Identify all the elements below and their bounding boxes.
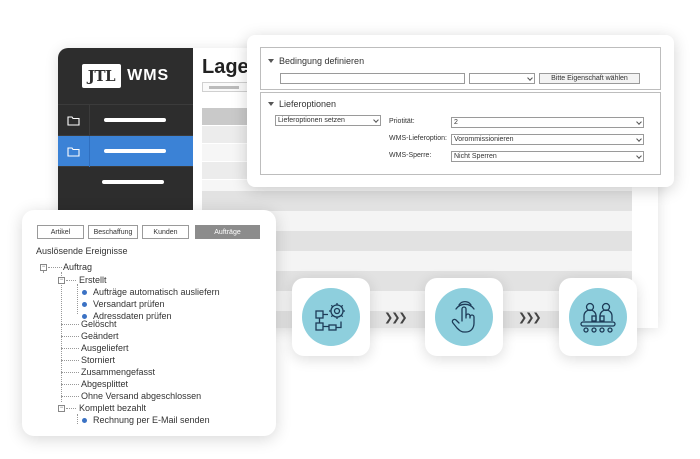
tab-beschaffung[interactable]: Beschaffung	[88, 225, 138, 239]
tree-node-komplett-bezahlt[interactable]: − Komplett bezahlt	[58, 403, 146, 413]
sidebar-item-placeholder	[104, 149, 166, 153]
tree-line	[61, 384, 79, 385]
tab-kunden[interactable]: Kunden	[142, 225, 189, 239]
tree-leaf-label: Aufträge automatisch ausliefern	[93, 287, 220, 297]
folder-icon	[58, 104, 90, 136]
wms-lieferoption-label: WMS-Lieferoption:	[389, 135, 447, 142]
tree-node-ausgeliefert[interactable]: Ausgeliefert	[81, 343, 129, 353]
tree-leaf-label: Versandart prüfen	[93, 299, 165, 309]
rule-dialog: Bedingung definieren Bitte Eigenschaft w…	[247, 35, 674, 187]
bullet-icon	[82, 313, 87, 319]
choose-property-button[interactable]: Bitte Eigenschaft wählen	[539, 73, 640, 84]
event-tree-panel: Artikel Beschaffung Kunden Aufträge Ausl…	[22, 210, 276, 436]
process-card-workflow	[292, 278, 370, 356]
sidebar-item-1[interactable]	[58, 104, 193, 136]
tree-node-zusammengefasst[interactable]: Zusammengefasst	[81, 367, 155, 377]
logo: JTL WMS	[58, 48, 193, 104]
logo-mark: JTL	[81, 64, 122, 88]
wms-lieferoption-select[interactable]: Vorommissionieren	[451, 134, 644, 145]
sidebar-item-placeholder	[102, 180, 164, 184]
conveyor-workers-icon	[569, 288, 627, 346]
lieferoptionen-header[interactable]: Lieferoptionen	[268, 99, 336, 109]
operator-select[interactable]	[469, 73, 535, 84]
tree-line	[77, 284, 78, 314]
collapse-icon[interactable]: −	[40, 263, 47, 271]
tree-leaf-label: Rechnung per E-Mail senden	[93, 415, 210, 425]
bedingung-header[interactable]: Bedingung definieren	[268, 56, 364, 66]
chevron-down-icon	[636, 135, 642, 142]
bedingung-title: Bedingung definieren	[279, 56, 365, 66]
bullet-icon	[82, 289, 87, 295]
condition-input[interactable]	[280, 73, 465, 84]
prioritaet-value: 2	[454, 119, 458, 126]
collapse-icon[interactable]: −	[58, 276, 65, 284]
tree-line	[61, 272, 62, 402]
process-card-touch	[425, 278, 503, 356]
prioritaet-select[interactable]: 2	[451, 117, 644, 128]
wms-sperre-select[interactable]: Nicht Sperren	[451, 151, 644, 162]
tree-line	[61, 336, 79, 337]
lieferoptionen-title: Lieferoptionen	[279, 99, 337, 109]
bedingung-section: Bedingung definieren Bitte Eigenschaft w…	[260, 47, 661, 90]
action-select-value: Lieferoptionen setzen	[278, 117, 345, 124]
logo-text: WMS	[127, 67, 170, 84]
tree-node-erstellt[interactable]: − Erstellt	[58, 275, 107, 285]
tree-node-label: Erstellt	[79, 275, 107, 285]
chevron-down-icon	[636, 152, 642, 159]
tree-node-geloescht[interactable]: Gelöscht	[81, 319, 117, 329]
tree-line	[61, 372, 79, 373]
tab-bar: Artikel Beschaffung Kunden Aufträge	[37, 225, 260, 239]
tree-node-auftrag[interactable]: − Auftrag	[40, 262, 92, 272]
tab-artikel[interactable]: Artikel	[37, 225, 84, 239]
tree-leaf[interactable]: Rechnung per E-Mail senden	[82, 415, 210, 425]
chevron-down-icon	[636, 118, 642, 125]
tree-node-storniert[interactable]: Storniert	[81, 355, 115, 365]
sidebar-item-placeholder	[104, 118, 166, 122]
folder-icon	[58, 135, 90, 167]
wms-sperre-value: Nicht Sperren	[454, 153, 497, 160]
tree-line	[61, 348, 79, 349]
prioritaet-label: Priotität:	[389, 118, 415, 125]
collapse-triangle-icon[interactable]	[268, 102, 274, 106]
collapse-icon[interactable]: −	[58, 404, 65, 412]
tree-line	[61, 360, 79, 361]
collapse-triangle-icon[interactable]	[268, 59, 274, 63]
bullet-icon	[82, 417, 87, 423]
wms-sperre-label: WMS-Sperre:	[389, 152, 432, 159]
touch-hand-icon	[435, 288, 493, 346]
sidebar-item-3[interactable]	[58, 166, 193, 197]
sidebar-item-2-active[interactable]	[58, 135, 193, 167]
table-row[interactable]	[202, 191, 632, 211]
process-card-conveyor	[559, 278, 637, 356]
chevron-down-icon	[527, 74, 533, 81]
process-arrow-2: ❯❯❯	[518, 311, 542, 324]
chevron-down-icon	[373, 116, 379, 123]
action-select[interactable]: Lieferoptionen setzen	[275, 115, 381, 126]
tree-node-geaendert[interactable]: Geändert	[81, 331, 119, 341]
tree-leaf[interactable]: Aufträge automatisch ausliefern	[82, 287, 220, 297]
tree-line	[61, 324, 79, 325]
tree-line	[61, 396, 79, 397]
tree-node-abgesplittet[interactable]: Abgesplittet	[81, 379, 128, 389]
tree-line	[77, 414, 78, 424]
process-arrow-1: ❯❯❯	[384, 311, 408, 324]
tree-node-label: Komplett bezahlt	[79, 403, 147, 413]
tab-auftraege[interactable]: Aufträge	[195, 225, 260, 239]
tree-leaf[interactable]: Versandart prüfen	[82, 299, 165, 309]
tree-node-label: Auftrag	[63, 262, 93, 272]
wms-lieferoption-value: Vorommissionieren	[454, 136, 514, 143]
tree-node-ohne-versand[interactable]: Ohne Versand abgeschlossen	[81, 391, 201, 401]
workflow-settings-icon	[302, 288, 360, 346]
tree-title: Auslösende Ereignisse	[36, 246, 128, 256]
bullet-icon	[82, 301, 87, 307]
lieferoptionen-section: Lieferoptionen Lieferoptionen setzen Pri…	[260, 92, 661, 175]
